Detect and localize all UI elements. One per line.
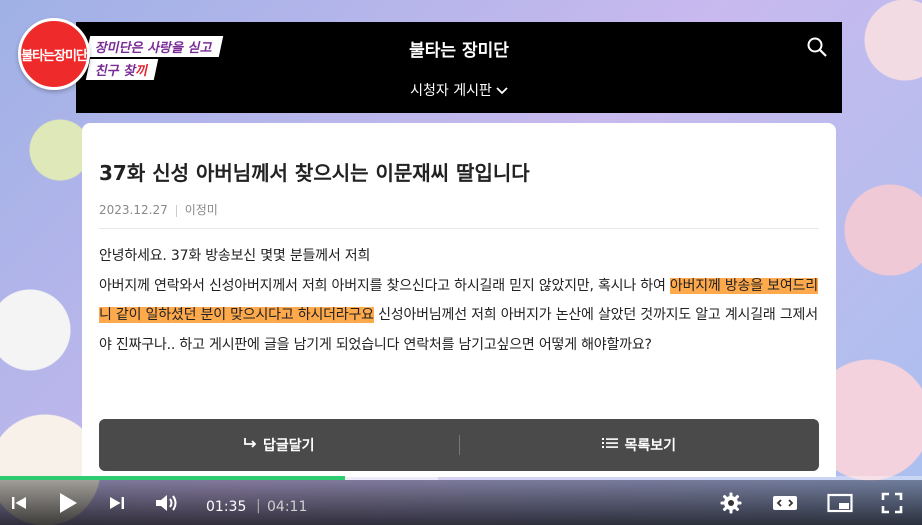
list-icon [602,437,619,453]
post-actions: 답글달기 목록보기 [99,419,819,471]
tagline-line-2-accent: 끼 [134,64,150,79]
post-meta: 2023.12.27 이정미 [99,201,218,218]
title-divider [99,228,819,229]
post-body: 안녕하세요. 37화 방송보신 몇몇 분들께서 저희 아버지께 연락와서 신성아… [99,242,821,360]
chevron-down-icon [496,85,508,98]
settings-gear-icon[interactable] [718,490,744,516]
miniplayer-icon[interactable] [826,490,854,516]
post-body-intro: 안녕하세요. 37화 방송보신 몇몇 분들께서 저희 [99,248,371,264]
tagline-line-2-text: 친구 찾 [93,64,138,79]
tagline-line-1: 장미단은 사랑을 싣고 [85,36,223,57]
reply-button[interactable]: 답글달기 [99,435,459,455]
show-tagline: 장미단은 사랑을 싣고 친구 찾끼 [85,36,223,82]
board-app: 불타는 장미단 시청자 게시판 37화 신성 아버님께서 찾으시는 이문재씨 딸… [76,22,842,477]
volume-icon[interactable] [153,490,181,516]
player-controls: 01:35 | 04:11 [0,480,922,525]
list-button-label: 목록보기 [624,438,677,454]
next-icon[interactable] [106,490,128,516]
duration: 04:11 [267,499,308,515]
theater-mode-icon[interactable] [771,490,799,516]
previous-icon[interactable] [8,490,30,516]
post-title: 37화 신성 아버님께서 찾으시는 이문재씨 딸입니다 [99,161,530,185]
post-body-text: 아버지께 연락와서 신성아버지께서 저희 아버지를 찾으신다고 하시길래 믿지 … [99,277,670,294]
tagline-line-2: 친구 찾끼 [85,59,159,80]
play-icon[interactable] [54,490,82,516]
post-author: 이정미 [184,203,218,217]
meta-divider [175,204,177,217]
search-icon[interactable] [806,36,828,58]
reply-button-label: 답글달기 [262,438,315,454]
post-card: 37화 신성 아버님께서 찾으시는 이문재씨 딸입니다 2023.12.27 이정… [82,123,836,477]
fullscreen-icon[interactable] [878,490,906,516]
show-logo: 불타는장미단 [18,18,90,90]
time-separator: | [256,498,261,514]
post-body-paragraph: 아버지께 연락와서 신성아버지께서 저희 아버지를 찾으신다고 하시길래 믿지 … [99,272,821,361]
show-logo-text: 불타는장미단 [21,48,88,64]
current-time: 01:35 [206,499,247,515]
reply-arrow-icon [243,437,257,453]
post-date: 2023.12.27 [99,203,168,217]
post-area: 37화 신성 아버님께서 찾으시는 이문재씨 딸입니다 2023.12.27 이정… [76,113,842,477]
list-button[interactable]: 목록보기 [460,435,820,455]
board-selector-label: 시청자 게시판 [410,83,492,99]
board-selector[interactable]: 시청자 게시판 [76,80,842,100]
